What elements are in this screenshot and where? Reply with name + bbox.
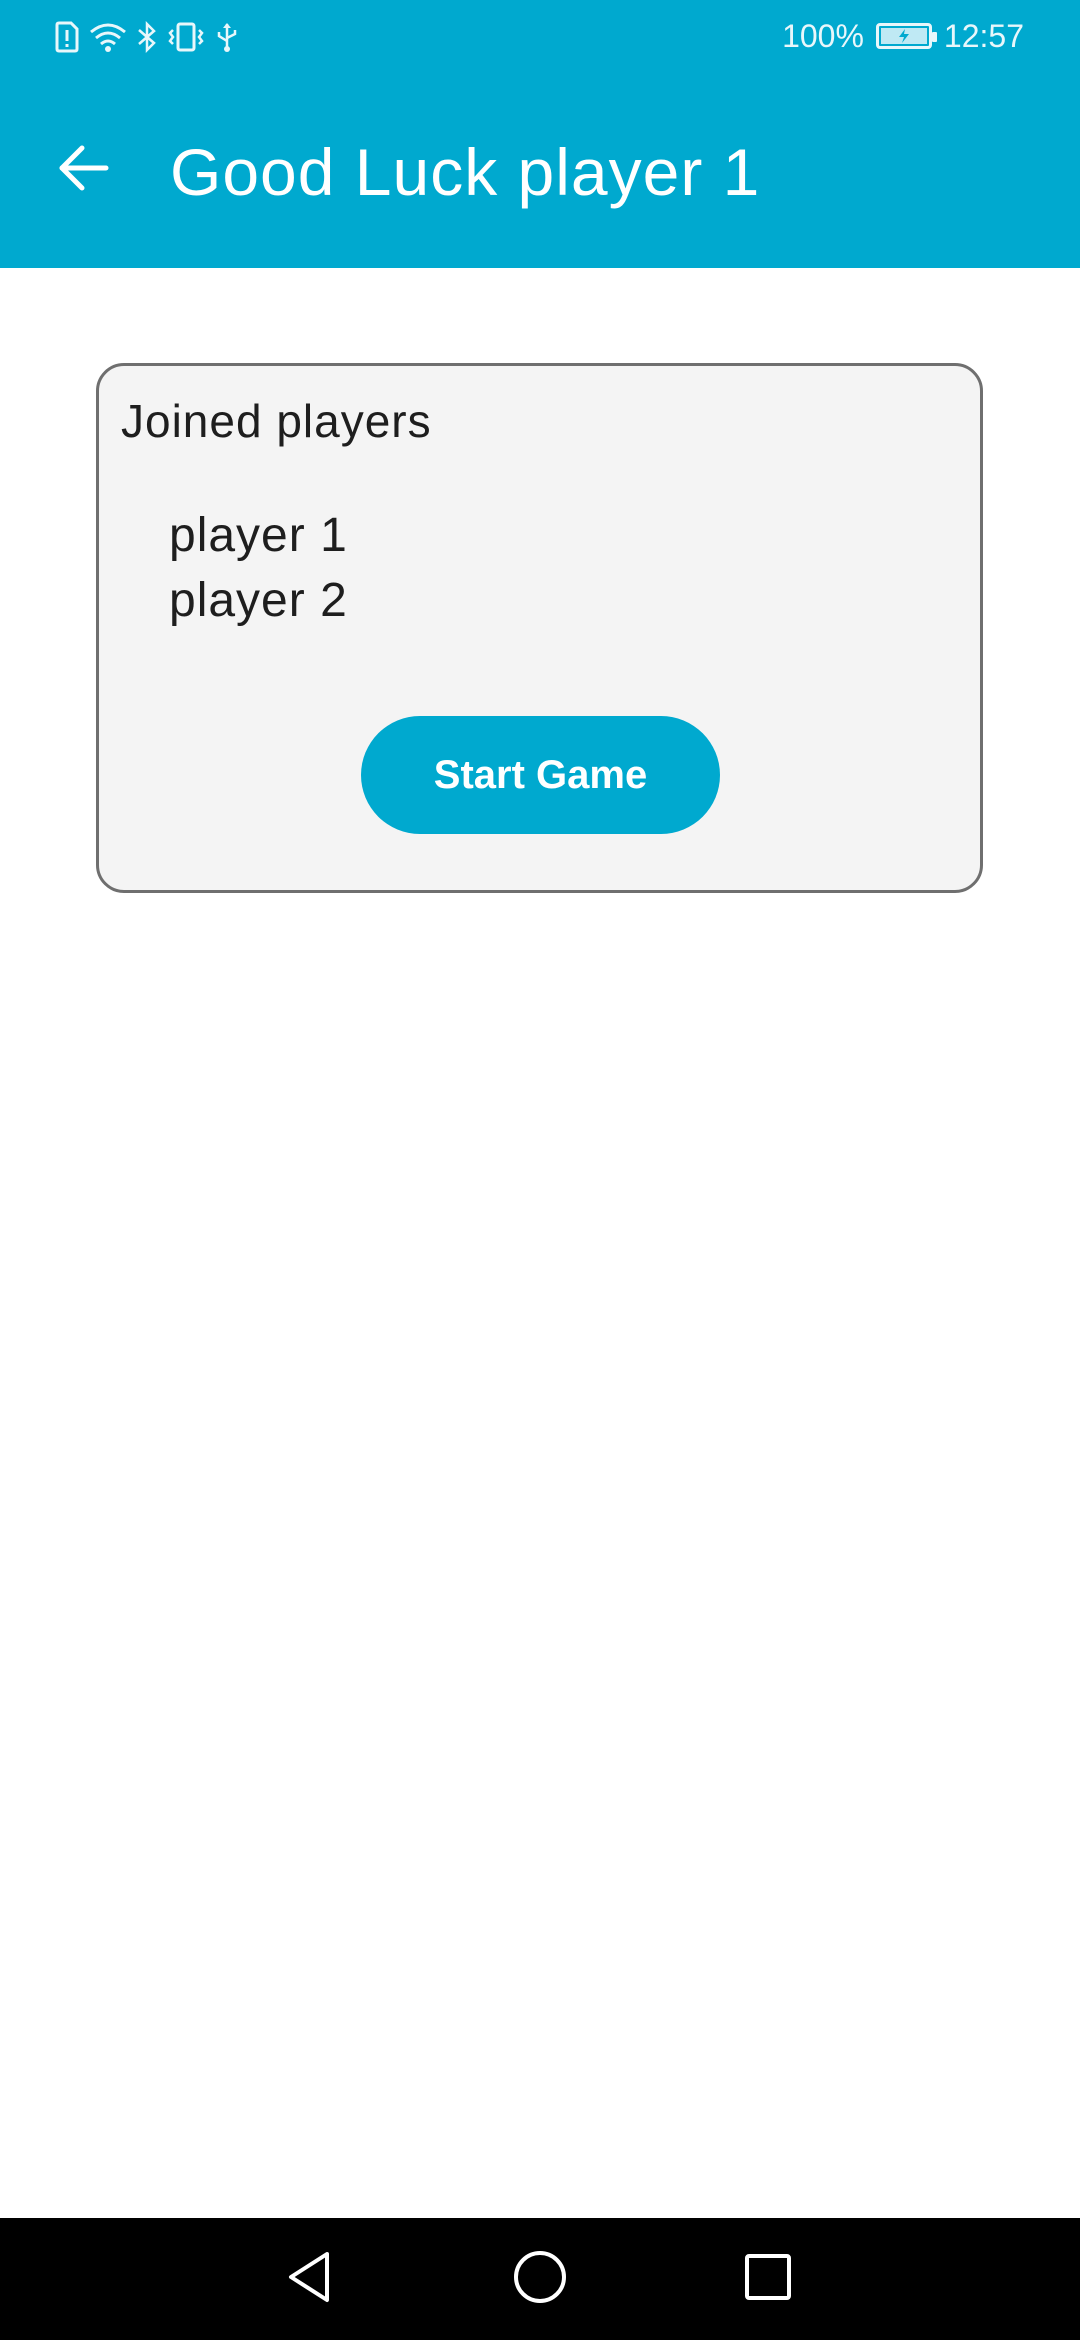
nav-home-button[interactable]	[509, 2248, 571, 2310]
bluetooth-icon	[136, 21, 158, 53]
arrow-back-icon	[56, 144, 112, 197]
list-item: player 2	[169, 574, 348, 627]
screen: 100% 12:57 Good Luck player 1 Joined pla…	[0, 0, 1080, 2340]
alert-icon	[54, 21, 80, 53]
status-bar: 100% 12:57	[0, 0, 1080, 72]
nav-back-button[interactable]	[278, 2248, 340, 2310]
back-button[interactable]	[48, 134, 120, 206]
wifi-icon	[88, 21, 128, 53]
app-bar: Good Luck player 1	[0, 72, 1080, 268]
clock: 12:57	[943, 17, 1024, 54]
player-list: player 1 player 2	[169, 503, 348, 633]
list-item: player 1	[169, 509, 348, 562]
battery-percent: 100%	[782, 17, 864, 54]
battery-charging-icon	[875, 23, 937, 49]
back-triangle-icon	[285, 2250, 333, 2309]
page-title: Good Luck player 1	[170, 135, 761, 209]
recents-square-icon	[743, 2252, 793, 2307]
status-right: 100% 12:57	[782, 14, 1024, 58]
vibrate-icon	[166, 21, 206, 53]
start-game-button[interactable]: Start Game	[361, 716, 720, 834]
joined-players-card: Joined players player 1 player 2 Start G…	[96, 363, 983, 893]
navigation-bar	[0, 2218, 1080, 2340]
card-title: Joined players	[121, 395, 432, 447]
home-circle-icon	[512, 2249, 568, 2310]
nav-recents-button[interactable]	[737, 2248, 799, 2310]
status-icons	[54, 18, 240, 56]
usb-icon	[214, 21, 240, 53]
